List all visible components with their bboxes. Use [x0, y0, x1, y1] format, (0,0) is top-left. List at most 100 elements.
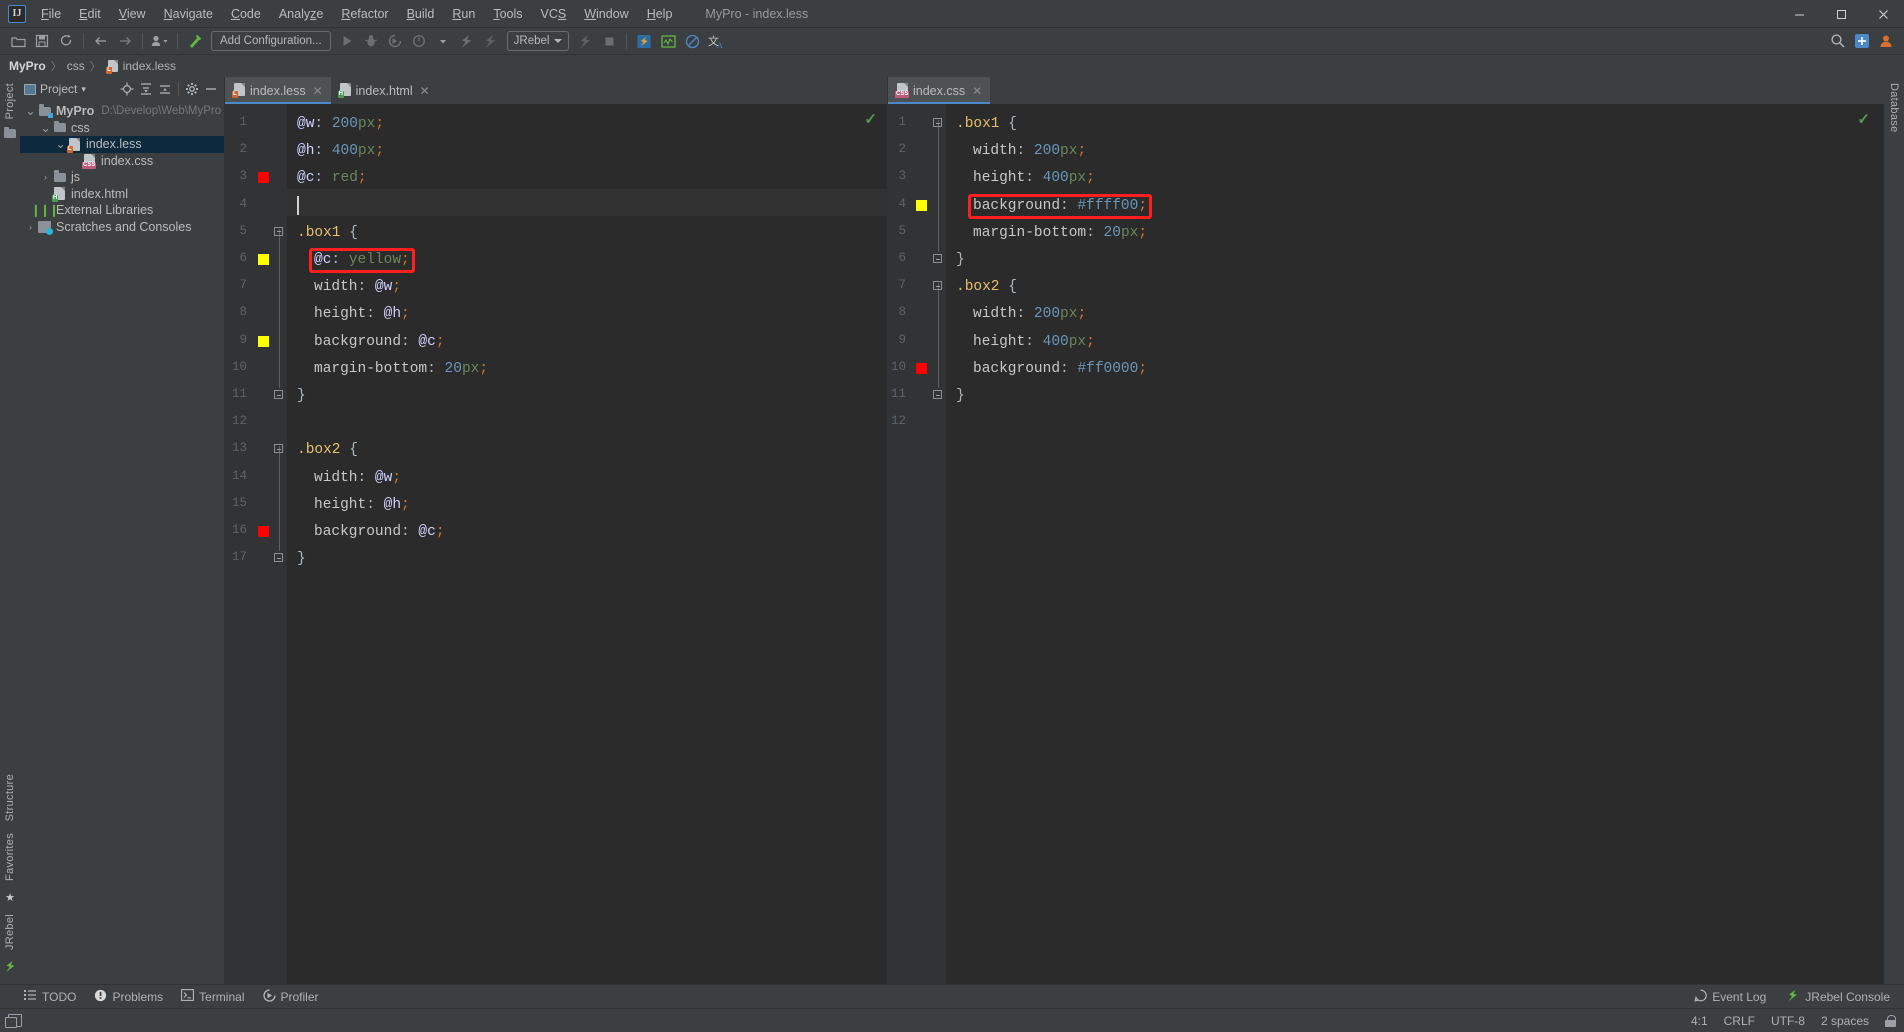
stop-icon[interactable]: [598, 30, 620, 52]
menu-view[interactable]: View: [110, 0, 155, 28]
close-button[interactable]: [1862, 0, 1904, 28]
menu-window[interactable]: Window: [575, 0, 637, 28]
chevron-right-icon[interactable]: ›: [24, 222, 37, 232]
menu-file[interactable]: File: [32, 0, 70, 28]
tree-node-index-less[interactable]: ⌄ Lindex.less: [20, 136, 224, 153]
jrebel-toolbar-icon[interactable]: [633, 30, 655, 52]
profile-dropdown-icon[interactable]: [149, 30, 171, 52]
tree-node-scratches-and-consoles[interactable]: › Scratches and Consoles: [20, 219, 224, 236]
fold-collapse-icon[interactable]: [932, 280, 943, 291]
back-arrow-icon[interactable]: [90, 30, 112, 52]
breadcrumb-folder[interactable]: css: [67, 59, 85, 73]
search-everywhere-icon[interactable]: [1827, 30, 1849, 52]
tree-node-external-libraries[interactable]: ❙❙❙ External Libraries: [20, 202, 224, 219]
hide-panel-icon[interactable]: [202, 80, 220, 98]
menu-vcs[interactable]: VCS: [532, 0, 576, 28]
tree-node-css[interactable]: ⌄ css: [20, 120, 224, 137]
user-account-icon[interactable]: [1875, 30, 1897, 52]
chevron-right-icon[interactable]: ›: [39, 172, 52, 182]
breadcrumb-file[interactable]: index.less: [123, 59, 176, 73]
tool-window-terminal[interactable]: Terminal: [181, 989, 245, 1004]
rail-button-favorites[interactable]: Favorites: [4, 827, 16, 887]
monitor-icon[interactable]: [657, 30, 679, 52]
chevron-down-icon[interactable]: ▾: [81, 84, 86, 95]
fold-end-icon[interactable]: [273, 552, 284, 563]
rail-button-structure[interactable]: Structure: [4, 768, 16, 827]
inspection-status-ok-icon-right[interactable]: ✓: [1857, 110, 1870, 128]
collapse-all-icon[interactable]: [156, 80, 174, 98]
read-only-lock-icon[interactable]: [1885, 1014, 1896, 1027]
profile-run-icon[interactable]: [408, 30, 430, 52]
menu-navigate[interactable]: Navigate: [155, 0, 222, 28]
run-coverage-icon[interactable]: [384, 30, 406, 52]
editor-tab-index-css[interactable]: CSS index.css ✕: [888, 77, 991, 104]
tree-node-js[interactable]: › js: [20, 169, 224, 186]
fold-end-icon[interactable]: [932, 253, 943, 264]
tool-window-problems[interactable]: Problems: [94, 989, 163, 1005]
line-separator[interactable]: CRLF: [1724, 1014, 1755, 1028]
tool-window-event-log[interactable]: Event Log: [1694, 989, 1766, 1005]
project-panel-title-group[interactable]: Project ▾: [24, 82, 86, 96]
menu-edit[interactable]: Edit: [70, 0, 110, 28]
open-folder-icon[interactable]: [7, 30, 29, 52]
project-tree[interactable]: ⌄ MyPro D:\Develop\Web\MyPro ⌄ css ⌄ Lindex.le…: [20, 101, 224, 984]
fold-end-icon[interactable]: [932, 389, 943, 400]
tree-node-index-css[interactable]: CSS index.css: [20, 153, 224, 170]
jrebel-run-icon[interactable]: [456, 30, 478, 52]
sync-icon[interactable]: [55, 30, 77, 52]
gutter-left[interactable]: 1 2 3 4 5 6 7 8 9 10 11 12 13 14 15 16 17: [225, 104, 287, 984]
build-hammer-icon[interactable]: [184, 30, 206, 52]
fold-end-icon[interactable]: [273, 389, 284, 400]
editor-tab-index-html[interactable]: Hindex.html ✕: [331, 77, 438, 104]
rail-button-project[interactable]: Project: [4, 77, 16, 125]
maximize-button[interactable]: [1820, 0, 1862, 28]
jrebel-stop-icon[interactable]: [574, 30, 596, 52]
menu-refactor[interactable]: Refactor: [332, 0, 397, 28]
menu-code[interactable]: Code: [222, 0, 270, 28]
gutter-color-swatch[interactable]: [258, 172, 269, 184]
chevron-down-icon[interactable]: ⌄: [39, 122, 52, 134]
chevron-down-icon[interactable]: ⌄: [54, 138, 67, 150]
chevron-down-icon[interactable]: ⌄: [24, 105, 37, 117]
menu-help[interactable]: Help: [638, 0, 682, 28]
tool-window-jrebel-console[interactable]: JRebel Console: [1786, 989, 1890, 1005]
forbidden-icon[interactable]: [681, 30, 703, 52]
jrebel-debug-icon[interactable]: [480, 30, 502, 52]
fold-collapse-icon[interactable]: [932, 117, 943, 128]
chevron-down-icon[interactable]: [432, 30, 454, 52]
breadcrumb-project[interactable]: MyPro: [9, 59, 46, 73]
debug-icon[interactable]: [360, 30, 382, 52]
menu-analyze[interactable]: Analyze: [270, 0, 332, 28]
expand-all-icon[interactable]: [137, 80, 155, 98]
settings-plugin-icon[interactable]: [1851, 30, 1873, 52]
fold-collapse-icon[interactable]: [273, 226, 284, 237]
run-configuration-selector[interactable]: Add Configuration...: [211, 31, 331, 51]
gutter-color-swatch[interactable]: [258, 526, 269, 537]
close-tab-icon[interactable]: ✕: [313, 84, 323, 98]
menu-run[interactable]: Run: [443, 0, 484, 28]
locate-target-icon[interactable]: [118, 80, 136, 98]
tree-node-mypro[interactable]: ⌄ MyPro D:\Develop\Web\MyPro: [20, 103, 224, 120]
caret-position[interactable]: 4:1: [1691, 1014, 1708, 1028]
gutter-color-swatch[interactable]: [916, 199, 927, 211]
menu-tools[interactable]: Tools: [484, 0, 531, 28]
folder-rail-icon[interactable]: [4, 126, 16, 139]
fold-collapse-icon[interactable]: [273, 443, 284, 454]
file-encoding[interactable]: UTF-8: [1771, 1014, 1805, 1028]
gutter-color-swatch[interactable]: [258, 335, 269, 347]
minimize-button[interactable]: [1778, 0, 1820, 28]
code-area-right[interactable]: .box1 {width: 200px; height: 400px; backgr…: [946, 104, 1884, 984]
gutter-color-swatch[interactable]: [258, 254, 269, 265]
editor-tab-index-less[interactable]: Lindex.less ✕: [225, 77, 331, 104]
forward-arrow-icon[interactable]: [114, 30, 136, 52]
rail-button-jrebel[interactable]: JRebel: [4, 908, 16, 956]
close-tab-icon[interactable]: ✕: [972, 84, 982, 98]
jrebel-selector[interactable]: JRebel: [506, 31, 570, 51]
gutter-right[interactable]: 1 2 3 4 5 6 7 8 9 10 11 12: [888, 104, 946, 984]
inspection-status-ok-icon[interactable]: ✓: [864, 110, 877, 128]
gutter-color-swatch[interactable]: [916, 362, 927, 374]
code-area-left[interactable]: @w: 200px; @h: 400px; @c: red; .box1 {@c: y…: [287, 104, 887, 984]
translate-icon[interactable]: 文A: [705, 30, 727, 52]
indent-setting[interactable]: 2 spaces: [1821, 1014, 1869, 1028]
save-all-icon[interactable]: [31, 30, 53, 52]
